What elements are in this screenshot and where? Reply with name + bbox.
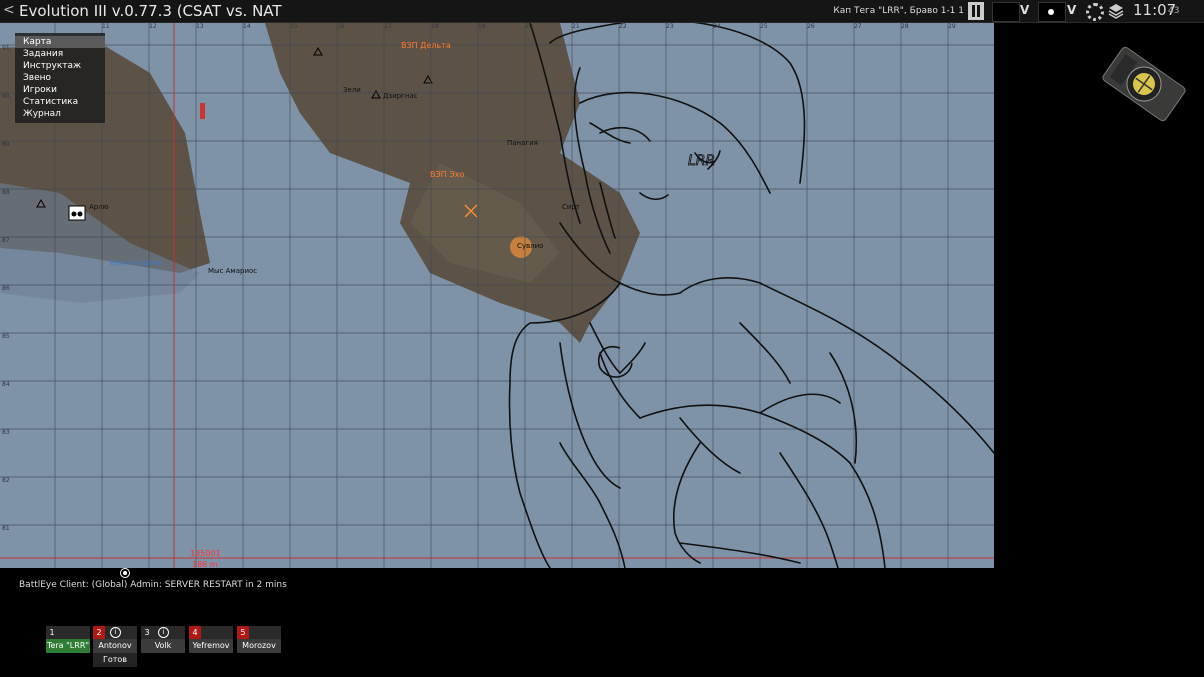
- grid-label-left: 81: [2, 525, 10, 532]
- unit-number: 1: [49, 628, 55, 637]
- grid-label-left: 85: [2, 333, 10, 340]
- grid-label-top: 15: [290, 23, 298, 30]
- map-label-syrta: Сирт: [562, 203, 580, 211]
- map-label-cape: Мыс Амариос: [208, 267, 258, 275]
- layers-icon[interactable]: [1108, 3, 1124, 19]
- marker-selector[interactable]: [1038, 2, 1066, 22]
- menu-item-map[interactable]: Карта: [15, 36, 105, 48]
- map-label-rag: Арлю: [89, 203, 109, 211]
- pause-button[interactable]: [968, 2, 984, 20]
- unit-slot[interactable]: 1 Tera "LRR": [46, 626, 90, 653]
- cursor-distance: 186 m: [192, 560, 218, 568]
- grid-label-left: 90: [2, 93, 10, 100]
- grid-label-left: 91: [2, 45, 10, 52]
- grid-label-top: 12: [149, 23, 157, 30]
- grid-label-left: 87: [2, 237, 10, 244]
- chat-message: BattlEye Client: (Global) Admin: SERVER …: [19, 580, 287, 590]
- grid-label-top: 20: [525, 23, 533, 30]
- grid-label-top: 25: [760, 23, 768, 30]
- red-marker: [200, 103, 205, 119]
- grid-label-top: 22: [619, 23, 627, 30]
- unit-number: 2: [93, 626, 105, 639]
- grid-label-top: 28: [901, 23, 909, 30]
- grid-label-top: 13: [196, 23, 204, 30]
- color-selector[interactable]: [992, 2, 1020, 22]
- unit-name[interactable]: Tera "LRR": [46, 639, 90, 653]
- map-view[interactable]: LRR ВЗП Дельта ВЗП Эхо Зели Дзиргнас Пан…: [0, 23, 994, 568]
- unit-number: 5: [237, 626, 249, 639]
- info-icon: i: [110, 627, 121, 638]
- menu-item-players[interactable]: Игроки: [15, 84, 105, 96]
- player-info: Кап Тега "LRR", Браво 1-1 1: [833, 6, 964, 16]
- gear-icon[interactable]: [1086, 3, 1104, 21]
- clock-seconds: 43: [1168, 6, 1180, 16]
- compass-icon[interactable]: [1098, 38, 1190, 130]
- map-label-zeli: Зели: [343, 86, 361, 94]
- grid-label-top: 17: [384, 23, 392, 30]
- menu-item-log[interactable]: Журнал: [15, 108, 105, 120]
- grid-label-left: 84: [2, 381, 10, 388]
- unit-name[interactable]: Antonov: [93, 639, 137, 653]
- window-title: Evolution III v.0.77.3 (CSAT vs. NAT: [19, 2, 282, 20]
- chevron-down-icon[interactable]: V: [1020, 3, 1029, 17]
- unit-status: Готов: [93, 653, 137, 667]
- drawn-text: LRR: [688, 153, 715, 169]
- cursor-coordinate: 135001: [190, 549, 221, 558]
- grid-label-top: 23: [666, 23, 674, 30]
- grid-label-left: 88: [2, 189, 10, 196]
- unit-name[interactable]: Yefremov: [189, 639, 233, 653]
- unit-name[interactable]: Morozov: [237, 639, 281, 653]
- map-label-echo: ВЗП Эхо: [430, 170, 465, 179]
- grid-label-top: 27: [854, 23, 862, 30]
- grid-label-top: 19: [478, 23, 486, 30]
- grid-label-left: 89: [2, 141, 10, 148]
- grid-label-top: 24: [713, 23, 721, 30]
- grid-label-top: 14: [243, 23, 251, 30]
- menu-item-tasks[interactable]: Задания: [15, 48, 105, 60]
- grid-label-top: 18: [431, 23, 439, 30]
- unit-slot[interactable]: 4 Yefremov: [189, 626, 233, 653]
- menu-item-squad[interactable]: Звено: [15, 72, 105, 84]
- map-label-sofia: Сувлио: [517, 242, 544, 250]
- map-label-delta: ВЗП Дельта: [401, 41, 451, 50]
- map-cursor-icon: [120, 568, 130, 578]
- menu-item-briefing[interactable]: Инструктаж: [15, 60, 105, 72]
- grid-label-top: 21: [572, 23, 580, 30]
- back-chevron-icon[interactable]: <: [3, 2, 15, 18]
- unit-number: 4: [189, 626, 201, 639]
- binoculars-icon: [68, 205, 86, 221]
- dot-marker-icon: [1048, 9, 1054, 15]
- unit-name[interactable]: Volk: [141, 639, 185, 653]
- menu-item-statistics[interactable]: Статистика: [15, 96, 105, 108]
- map-terrain: LRR: [0, 23, 994, 568]
- unit-number: 3: [144, 628, 150, 637]
- top-bar: < Evolution III v.0.77.3 (CSAT vs. NAT К…: [0, 0, 1204, 23]
- grid-label-top: 29: [948, 23, 956, 30]
- map-label-panagia: Панагия: [507, 139, 538, 147]
- unit-slot[interactable]: 5 Morozov: [237, 626, 281, 653]
- map-label-bay: Бухта Нафтин: [110, 259, 163, 267]
- info-icon: i: [158, 627, 169, 638]
- unit-slot[interactable]: 2i Antonov Готов: [93, 626, 137, 667]
- grid-label-left: 86: [2, 285, 10, 292]
- map-label-dumas: Дзиргнас: [383, 92, 418, 100]
- chevron-down-icon[interactable]: V: [1067, 3, 1076, 17]
- grid-label-top: 16: [337, 23, 345, 30]
- grid-label-left: 83: [2, 429, 10, 436]
- grid-label-top: 26: [807, 23, 815, 30]
- unit-slot[interactable]: 3i Volk: [141, 626, 185, 653]
- map-menu: Карта Задания Инструктаж Звено Игроки Ст…: [15, 33, 105, 123]
- grid-label-top: 11: [102, 23, 110, 30]
- grid-label-left: 82: [2, 477, 10, 484]
